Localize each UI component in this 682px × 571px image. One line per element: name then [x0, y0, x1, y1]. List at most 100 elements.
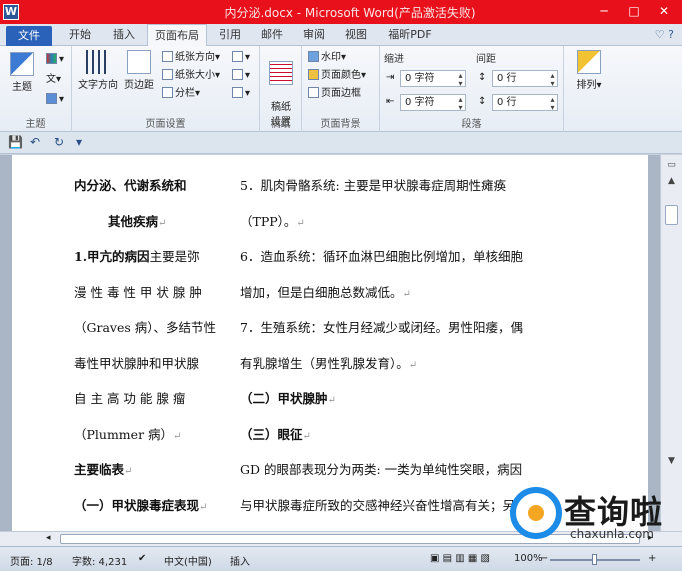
spacing-before-field[interactable]: 0 行: [492, 70, 558, 87]
qat-more-icon[interactable]: ▾: [76, 135, 82, 149]
line-text: 7．生殖系统：女性月经减少或闭经。男性阳痿，偶: [240, 320, 523, 335]
zoom-in-button[interactable]: +: [648, 553, 656, 564]
scroll-left-icon[interactable]: ◂: [46, 533, 51, 543]
paragraph-mark-icon: ↵: [296, 217, 305, 229]
document-page[interactable]: 内分泌、代谢系统和其他疾病↵ 1.甲亢的病因主要是弥漫 性 毒 性 甲 状 腺 肿…: [12, 155, 648, 531]
tab-foxit-pdf[interactable]: 福昕PDF: [380, 24, 440, 46]
document-line[interactable]: 与甲状腺毒症所致的交感神经兴奋性增高有关；另: [240, 495, 515, 514]
view-buttons-icon[interactable]: ▣ ▤ ▥ ▦ ▧: [430, 553, 490, 564]
document-line[interactable]: 6．造血系统：循环血淋巴细胞比例增加，单核细胞: [240, 246, 523, 265]
document-line[interactable]: （Graves 病）、多结节性: [74, 317, 216, 336]
document-line[interactable]: 漫 性 毒 性 甲 状 腺 肿: [74, 282, 202, 301]
paragraph-mark-icon: ↵: [173, 430, 182, 442]
zoom-out-button[interactable]: −: [540, 553, 548, 564]
line-text: （三）眼征: [240, 426, 303, 442]
line-numbers-button[interactable]: ▾: [232, 68, 250, 84]
page-color-button[interactable]: 页面颜色▾: [308, 68, 366, 84]
breaks-button[interactable]: ▾: [232, 50, 250, 66]
margins-button[interactable]: 页边距: [122, 50, 156, 91]
redo-icon[interactable]: ↻: [54, 135, 64, 149]
orientation-label: 纸张方向: [175, 52, 215, 63]
line-text: （TPP）。: [240, 213, 297, 229]
tab-mailings[interactable]: 邮件: [254, 24, 290, 46]
maximize-button[interactable]: □: [620, 2, 648, 20]
document-line[interactable]: 有乳腺增生（男性乳腺发育）。↵: [240, 353, 417, 372]
indent-left-icon: ⇥: [386, 72, 395, 83]
paper-size-icon: [162, 69, 173, 80]
group-themes: 主题 ▾ 文▾ ▾ 主题: [0, 46, 72, 132]
themes-button[interactable]: 主题: [6, 52, 38, 93]
scroll-down-icon[interactable]: ▼: [665, 455, 678, 468]
document-line[interactable]: 7．生殖系统：女性月经减少或闭经。男性阳痿，偶: [240, 317, 523, 336]
zoom-level[interactable]: 100%: [514, 553, 543, 564]
document-line[interactable]: （二）甲状腺肿↵: [240, 388, 336, 407]
size-button[interactable]: 纸张大小▾: [162, 68, 220, 84]
paragraph-mark-icon: ↵: [199, 501, 208, 513]
document-line[interactable]: 其他疾病↵: [108, 211, 166, 230]
document-line[interactable]: 内分泌、代谢系统和: [74, 175, 187, 194]
document-line[interactable]: （Plummer 病）↵: [74, 424, 181, 443]
document-line[interactable]: 5．肌肉骨骼系统: 主要是甲状腺毒症周期性瘫痪: [240, 175, 506, 194]
spacing-after-field[interactable]: 0 行: [492, 94, 558, 111]
spacing-before-icon: ↕: [478, 72, 487, 83]
insert-mode[interactable]: 插入: [230, 553, 250, 568]
language-indicator[interactable]: 中文(中国): [164, 553, 212, 568]
line-text: 主要临表: [74, 462, 125, 477]
help-icons[interactable]: ♡ ?: [655, 28, 674, 41]
close-button[interactable]: ✕: [650, 2, 678, 20]
tab-page-layout[interactable]: 页面布局: [147, 24, 207, 47]
scroll-up-icon[interactable]: ▲: [665, 175, 678, 188]
theme-fonts-button[interactable]: 文▾: [46, 72, 61, 88]
tab-file[interactable]: 文件: [6, 26, 52, 46]
word-count[interactable]: 字数: 4,231: [72, 553, 127, 568]
vertical-scrollbar[interactable]: ▭ ▲ ▼: [660, 155, 682, 531]
text-direction-label: 文字方向: [78, 80, 118, 91]
document-line[interactable]: （三）眼征↵: [240, 424, 311, 443]
document-line[interactable]: GD 的眼部表现分为两类: 一类为单纯性突眼，病因: [240, 459, 522, 478]
minimize-button[interactable]: ─: [590, 2, 618, 20]
text-direction-button[interactable]: 文字方向: [78, 50, 118, 91]
watermark-logo: 查询啦 chaxunla.com: [510, 487, 682, 547]
document-line[interactable]: 自 主 高 功 能 腺 瘤: [74, 388, 185, 407]
document-line[interactable]: 1.甲亢的病因主要是弥: [74, 246, 200, 265]
watermark-button[interactable]: 水印▾: [308, 50, 346, 66]
theme-effects-button[interactable]: ▾: [46, 92, 64, 108]
orientation-button[interactable]: 纸张方向▾: [162, 50, 220, 66]
zoom-slider-handle[interactable]: [592, 554, 597, 565]
save-icon[interactable]: 💾: [8, 135, 23, 149]
hyphenation-button[interactable]: ▾: [232, 86, 250, 102]
group-draft-paper: 稿纸 设置 稿纸: [260, 46, 302, 132]
columns-button[interactable]: 分栏▾: [162, 86, 200, 102]
indent-left-field[interactable]: 0 字符: [400, 70, 466, 87]
document-line[interactable]: 主要临表↵: [74, 459, 132, 478]
undo-icon[interactable]: ↶: [30, 135, 40, 149]
page-count[interactable]: 页面: 1/8: [10, 553, 53, 568]
themes-icon: [10, 52, 34, 76]
arrange-button[interactable]: 排列▾: [572, 50, 606, 91]
word-logo-icon[interactable]: W: [3, 4, 19, 20]
text-direction-icon: [86, 50, 110, 74]
indent-right-field[interactable]: 0 字符: [400, 94, 466, 111]
document-line[interactable]: （一）甲状腺毒症表现↵: [74, 495, 207, 514]
paragraph-mark-icon: ↵: [302, 430, 311, 442]
theme-colors-button[interactable]: ▾: [46, 52, 64, 68]
document-line[interactable]: （TPP）。↵: [240, 211, 305, 230]
proofing-icon[interactable]: ✔: [138, 553, 146, 564]
paragraph-mark-icon: ↵: [327, 395, 336, 406]
page-border-button[interactable]: 页面边框: [308, 86, 361, 102]
themes-label: 主题: [12, 82, 32, 93]
title-bar: W 内分泌.docx - Microsoft Word(产品激活失败) ─ □ …: [0, 0, 682, 24]
tab-view[interactable]: 视图: [338, 24, 374, 46]
tab-insert[interactable]: 插入: [104, 24, 144, 46]
spacing-after-icon: ↕: [478, 96, 487, 107]
page-border-label: 页面边框: [321, 88, 361, 99]
tab-review[interactable]: 审阅: [296, 24, 332, 46]
tab-references[interactable]: 引用: [212, 24, 248, 46]
line-text: 主要是弥: [149, 249, 200, 264]
tab-home[interactable]: 开始: [60, 24, 100, 46]
document-line[interactable]: 增加，但是白细胞总数减低。↵: [240, 282, 411, 301]
draft-paper-icon: [269, 61, 293, 85]
ruler-toggle-icon[interactable]: ▭: [665, 159, 678, 172]
vertical-scroll-thumb[interactable]: [665, 205, 678, 225]
document-line[interactable]: 毒性甲状腺肿和甲状腺: [74, 353, 199, 372]
